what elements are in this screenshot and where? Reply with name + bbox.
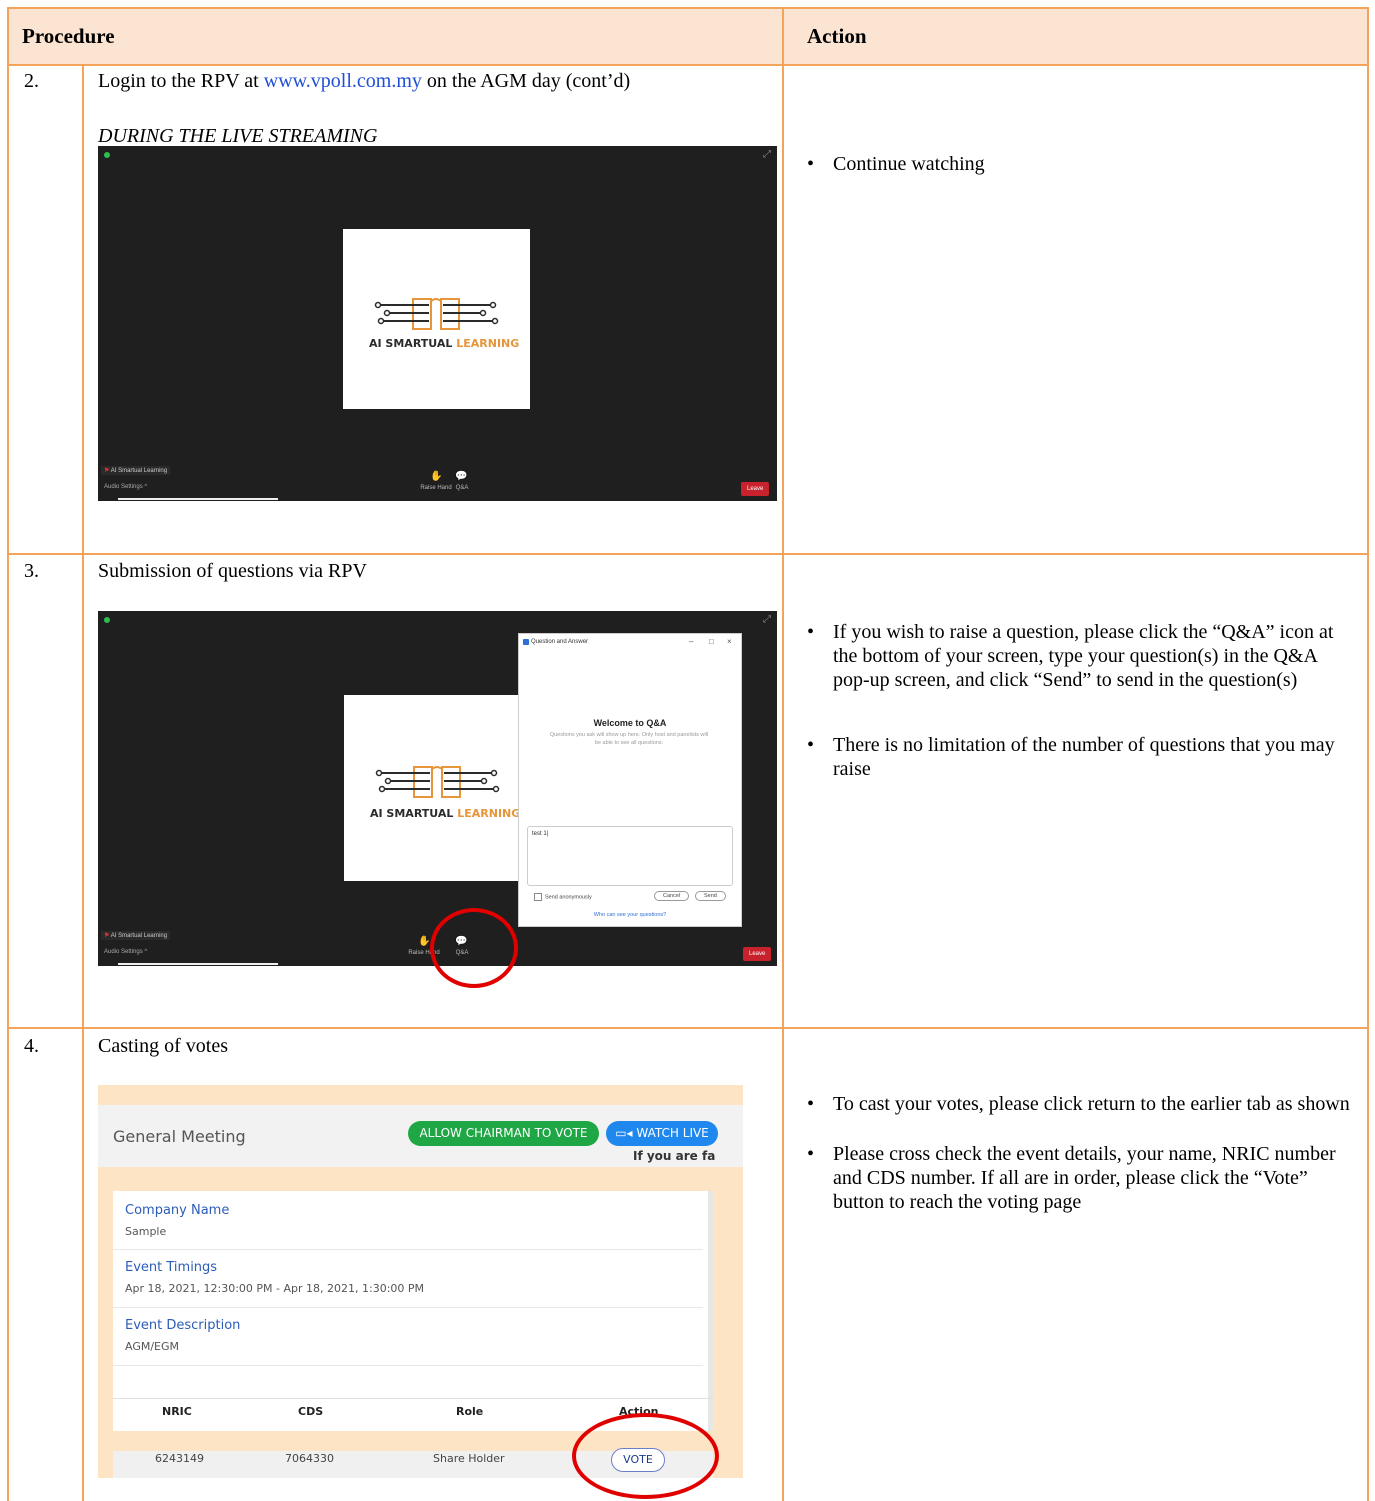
close-icon[interactable]: × xyxy=(727,637,732,646)
divider xyxy=(8,553,1369,555)
minimize-icon[interactable]: – xyxy=(689,637,693,646)
question-input[interactable]: test 1| xyxy=(527,826,733,886)
expand-icon: ⤢ xyxy=(763,614,771,625)
border-top xyxy=(8,7,1369,9)
allow-chairman-button[interactable]: ALLOW CHAIRMAN TO VOTE xyxy=(408,1121,599,1146)
company-name-label: Company Name xyxy=(125,1203,230,1218)
qa-description: Questions you ask will show up here. Onl… xyxy=(549,732,709,746)
divider xyxy=(113,1249,703,1250)
divider xyxy=(8,64,1369,66)
step-number: 2. xyxy=(24,70,39,92)
expand-icon: ⤢ xyxy=(763,149,771,160)
logo-icon xyxy=(375,766,500,798)
qa-visibility-link[interactable]: Who can see your questions? xyxy=(519,912,741,918)
leave-button[interactable]: Leave xyxy=(743,947,772,961)
event-timings-value: Apr 18, 2021, 12:30:00 PM - Apr 18, 2021… xyxy=(125,1282,425,1295)
send-button[interactable]: Send xyxy=(695,891,726,901)
shared-slide: AI SMARTUAL LEARNING xyxy=(343,229,530,409)
vpoll-link[interactable]: www.vpoll.com.my xyxy=(264,70,422,92)
zoom-screenshot: ⤢ AI SMARTUAL LEARNING Question and Answ… xyxy=(98,611,777,966)
header-action: Action xyxy=(807,24,867,48)
step-subtitle: DURING THE LIVE STREAMING xyxy=(98,125,378,147)
truncated-notice: If you are fa xyxy=(633,1149,716,1163)
divider xyxy=(113,1398,713,1399)
leave-button[interactable]: Leave xyxy=(741,482,770,496)
header-procedure: Procedure xyxy=(22,24,115,48)
vote-highlight-circle xyxy=(572,1413,719,1499)
shield-icon xyxy=(104,617,110,623)
zoom-app-icon xyxy=(523,639,529,645)
company-name-value: Sample xyxy=(125,1225,167,1238)
video-icon: ▭◂ xyxy=(615,1126,633,1140)
raise-hand-icon[interactable]: ✋ xyxy=(418,936,430,947)
divider xyxy=(113,1365,703,1366)
anonymous-checkbox[interactable]: Send anonymously xyxy=(534,893,592,901)
maximize-icon[interactable]: □ xyxy=(709,637,714,646)
progress-strip xyxy=(118,498,278,500)
role-cell: Share Holder xyxy=(433,1452,505,1465)
audio-settings[interactable]: Audio Settings ^ xyxy=(104,484,147,490)
event-title: General Meeting xyxy=(113,1127,246,1146)
qa-label[interactable]: Q&A xyxy=(448,485,476,491)
step-title: Login to the RPV at www.vpoll.com.my on … xyxy=(98,70,631,92)
qa-dialog-title: Question and Answer xyxy=(531,639,589,645)
qa-icon[interactable]: 💬 xyxy=(455,471,467,482)
step-title: Submission of questions via RPV xyxy=(98,560,367,582)
participant-name: ⚑ AI Smartual Learning xyxy=(101,931,171,940)
event-header: General Meeting ALLOW CHAIRMAN TO VOTE ▭… xyxy=(98,1105,743,1167)
event-details-card: Company Name Sample Event Timings Apr 18… xyxy=(113,1191,713,1431)
cds-cell: 7064330 xyxy=(285,1452,334,1465)
logo-text: AI SMARTUAL LEARNING xyxy=(370,807,521,820)
shared-slide: AI SMARTUAL LEARNING xyxy=(344,695,531,881)
cancel-button[interactable]: Cancel xyxy=(654,891,690,901)
divider xyxy=(8,1027,1369,1029)
qa-welcome: Welcome to Q&A xyxy=(593,718,667,728)
step-number: 3. xyxy=(24,560,39,582)
zoom-screenshot: ⤢ AI SMARTUAL LEARNING ⚑ AI Smartual Lea… xyxy=(98,146,777,501)
divider xyxy=(782,7,784,1501)
divider xyxy=(82,64,84,1501)
border-right xyxy=(1367,7,1369,1501)
table-header xyxy=(8,8,1367,64)
step-title: Casting of votes xyxy=(98,1035,228,1057)
column-header-nric: NRIC xyxy=(162,1405,192,1418)
column-header-role: Role xyxy=(456,1405,484,1418)
border-left xyxy=(7,7,9,1501)
column-header-cds: CDS xyxy=(298,1405,324,1418)
logo-icon xyxy=(374,298,499,330)
logo-text: AI SMARTUAL LEARNING xyxy=(369,337,520,350)
event-description-label: Event Description xyxy=(125,1318,241,1333)
watch-live-button[interactable]: ▭◂ WATCH LIVE xyxy=(606,1121,718,1146)
progress-strip xyxy=(118,963,278,965)
shield-icon xyxy=(104,152,110,158)
event-description-value: AGM/EGM xyxy=(125,1340,180,1353)
audio-settings[interactable]: Audio Settings ^ xyxy=(104,949,147,955)
qa-highlight-circle xyxy=(430,908,518,988)
participant-name: ⚑ AI Smartual Learning xyxy=(101,466,171,475)
qa-dialog: Question and Answer – □ × Welcome to Q&A… xyxy=(518,633,742,927)
nric-cell: 6243149 xyxy=(155,1452,204,1465)
event-timings-label: Event Timings xyxy=(125,1260,218,1275)
divider xyxy=(113,1307,703,1308)
step-number: 4. xyxy=(24,1035,39,1057)
raise-hand-icon[interactable]: ✋ xyxy=(430,471,442,482)
